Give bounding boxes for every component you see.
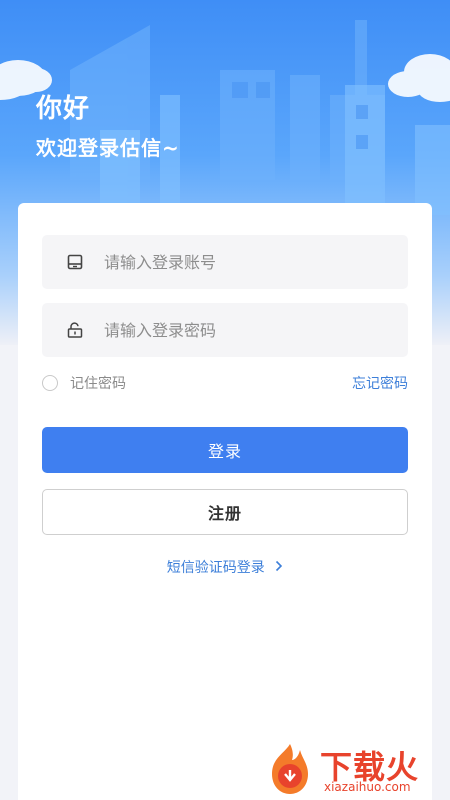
remember-password[interactable]: 记住密码	[42, 373, 126, 393]
login-button[interactable]: 登录	[42, 427, 408, 473]
account-input[interactable]	[104, 252, 384, 272]
password-field[interactable]	[42, 303, 408, 357]
remember-radio[interactable]	[42, 375, 58, 391]
register-button[interactable]: 注册	[42, 489, 408, 535]
lock-icon	[66, 321, 84, 339]
sms-login-link[interactable]: 短信验证码登录	[18, 557, 432, 577]
watermark: 下载火 xiazaihuo.com	[262, 740, 450, 800]
login-card: 记住密码 忘记密码 登录 注册 短信验证码登录	[18, 203, 432, 800]
password-input[interactable]	[104, 320, 384, 340]
flame-logo-icon	[272, 744, 308, 794]
chevron-right-icon	[271, 560, 283, 576]
sms-login-label: 短信验证码登录	[166, 560, 265, 576]
welcome-subtitle: 欢迎登录估信~	[36, 136, 180, 160]
forgot-password-link[interactable]: 忘记密码	[352, 373, 408, 393]
remember-label: 记住密码	[70, 376, 126, 392]
watermark-domain: xiazaihuo.com	[324, 780, 411, 794]
account-field[interactable]	[42, 235, 408, 289]
phone-icon	[66, 253, 84, 271]
greeting-title: 你好	[36, 94, 91, 124]
